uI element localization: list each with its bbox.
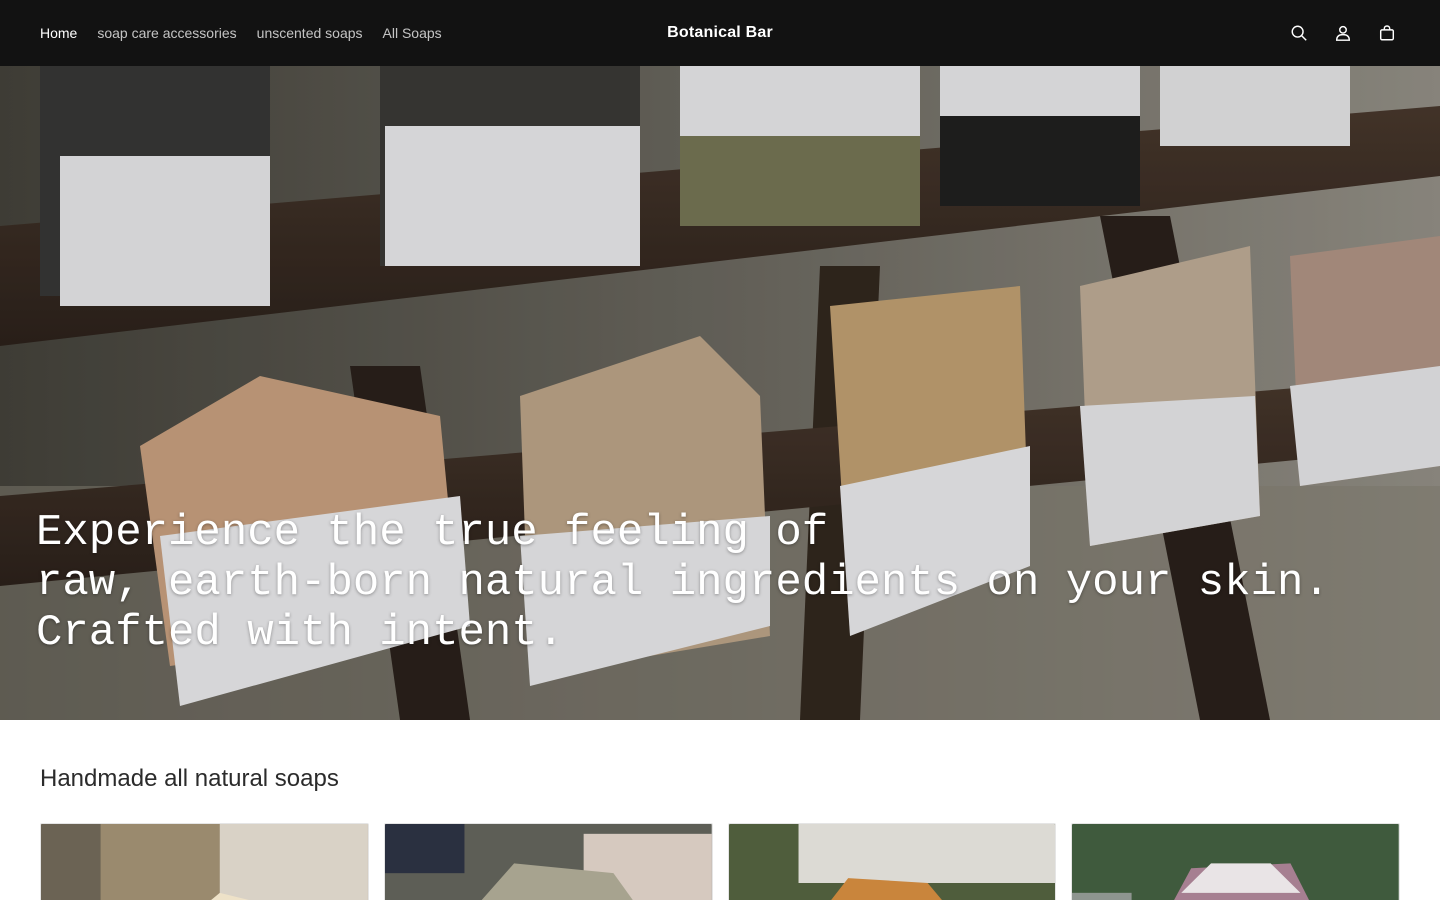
search-icon[interactable]	[1286, 20, 1312, 46]
product-image	[41, 824, 368, 900]
site-logo[interactable]: Botanical Bar	[610, 0, 830, 66]
product-card[interactable]	[383, 823, 713, 900]
main-nav: Home soap care accessories unscented soa…	[40, 0, 442, 66]
product-card[interactable]	[727, 823, 1057, 900]
site-header: Home soap care accessories unscented soa…	[0, 0, 1440, 66]
hero-heading: Experience the true feeling of raw, eart…	[36, 508, 1416, 658]
product-card[interactable]	[40, 823, 369, 900]
hero-line-2: raw, earth-born natural ingredients on y…	[36, 558, 1330, 608]
nav-link-unscented-soaps[interactable]: unscented soaps	[257, 23, 363, 43]
header-icons	[1286, 0, 1400, 66]
product-card[interactable]	[1071, 823, 1400, 900]
hero-line-1: Experience the true feeling of	[36, 508, 829, 558]
collection-title: Handmade all natural soaps	[40, 765, 339, 792]
nav-link-all-soaps[interactable]: All Soaps	[383, 23, 442, 43]
nav-link-soap-care-accessories[interactable]: soap care accessories	[97, 23, 236, 43]
product-grid	[40, 823, 1400, 900]
hero-banner: Experience the true feeling of raw, eart…	[0, 66, 1440, 720]
product-image	[728, 824, 1056, 900]
hero-line-3: Crafted with intent.	[36, 608, 565, 658]
account-icon[interactable]	[1330, 20, 1356, 46]
product-image	[384, 824, 712, 900]
product-image	[1072, 824, 1399, 900]
nav-link-home[interactable]: Home	[40, 23, 77, 43]
cart-icon[interactable]	[1374, 20, 1400, 46]
